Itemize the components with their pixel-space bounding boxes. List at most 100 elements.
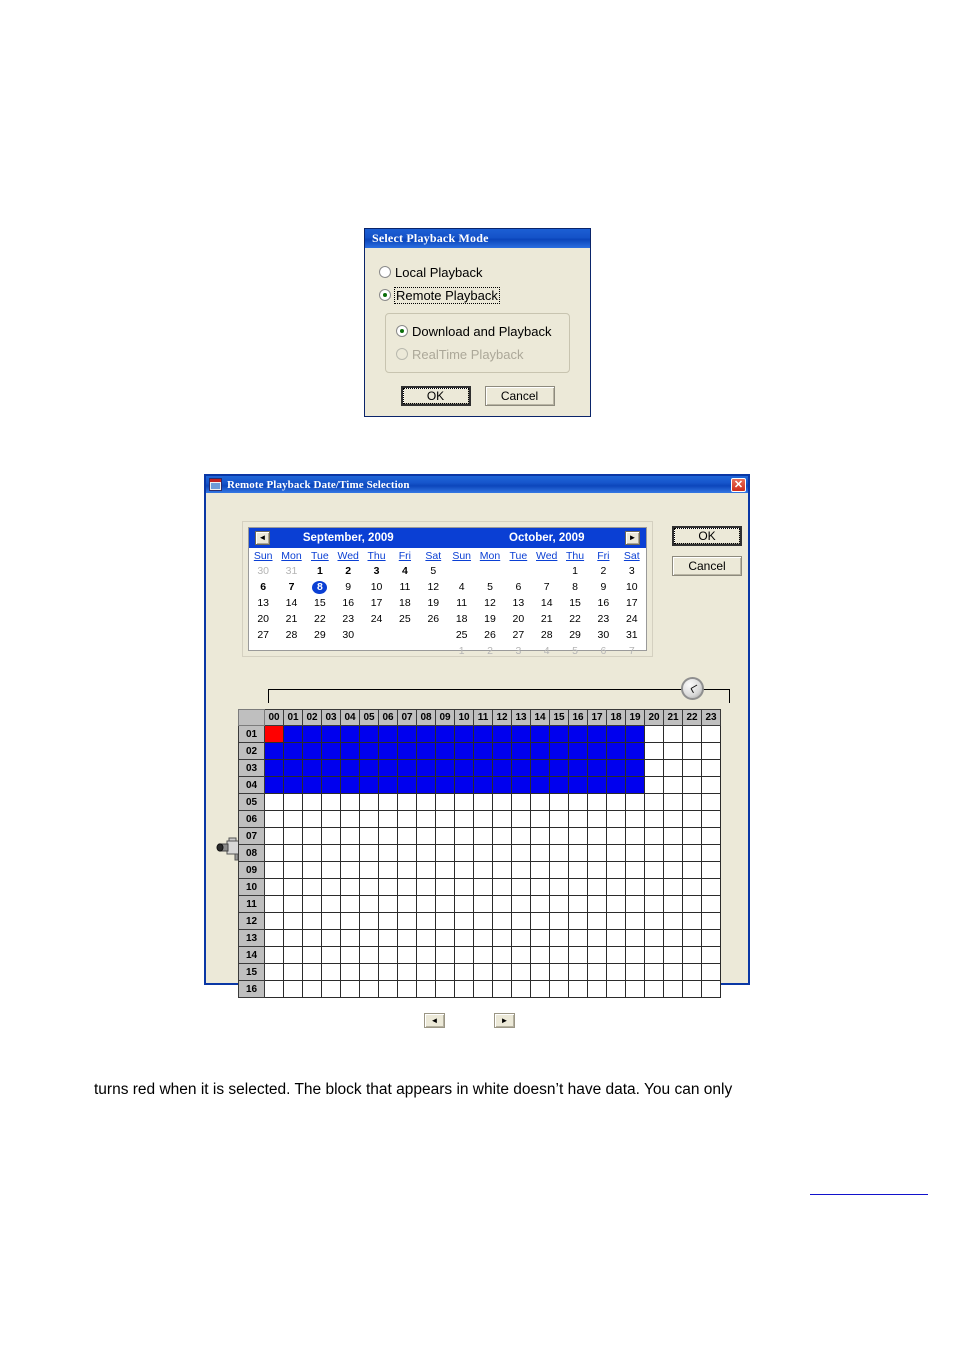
calendar-day-cell[interactable]: 21	[277, 611, 305, 627]
time-block-cell[interactable]	[549, 725, 569, 743]
calendar-day-cell[interactable]: 25	[448, 627, 476, 643]
time-block-cell[interactable]	[359, 912, 379, 930]
time-block-cell[interactable]	[435, 895, 455, 913]
time-block-cell[interactable]	[701, 725, 721, 743]
time-block-cell[interactable]	[321, 827, 341, 845]
time-block-cell[interactable]	[283, 912, 303, 930]
time-block-cell[interactable]	[549, 827, 569, 845]
time-block-cell[interactable]	[416, 742, 436, 760]
time-block-cell[interactable]	[264, 980, 284, 998]
time-block-cell[interactable]	[549, 980, 569, 998]
calendar-day-cell[interactable]: 24	[362, 611, 390, 627]
time-block-cell[interactable]	[435, 810, 455, 828]
time-block-cell[interactable]	[625, 878, 645, 896]
time-block-cell[interactable]	[587, 793, 607, 811]
calendar-day-cell[interactable]: 24	[618, 611, 646, 627]
time-block-cell[interactable]	[359, 929, 379, 947]
time-block-cell[interactable]	[644, 895, 664, 913]
calendar-day-cell[interactable]: 30	[334, 627, 362, 643]
time-block-cell[interactable]	[701, 912, 721, 930]
time-block-cell[interactable]	[606, 878, 626, 896]
time-block-cell[interactable]	[682, 742, 702, 760]
time-block-cell[interactable]	[682, 895, 702, 913]
time-block-cell[interactable]	[587, 844, 607, 862]
time-block-cell[interactable]	[701, 929, 721, 947]
calendar-day-cell[interactable]: 29	[561, 627, 589, 643]
time-block-cell[interactable]	[568, 946, 588, 964]
time-block-cell[interactable]	[473, 912, 493, 930]
time-block-cell[interactable]	[435, 878, 455, 896]
time-block-cell[interactable]	[511, 946, 531, 964]
time-block-cell[interactable]	[378, 861, 398, 879]
time-block-cell[interactable]	[359, 776, 379, 794]
time-block-cell[interactable]	[454, 963, 474, 981]
calendar-day-cell[interactable]: 25	[391, 611, 419, 627]
time-block-cell[interactable]	[321, 895, 341, 913]
radio-indicator-icon[interactable]	[396, 325, 408, 337]
time-block-cell[interactable]	[511, 759, 531, 777]
time-block-cell[interactable]	[473, 827, 493, 845]
time-block-cell[interactable]	[378, 759, 398, 777]
time-block-cell[interactable]	[283, 946, 303, 964]
calendar-day-cell[interactable]: 18	[391, 595, 419, 611]
time-block-cell[interactable]	[283, 963, 303, 981]
time-block-cell[interactable]	[682, 946, 702, 964]
time-block-cell[interactable]	[302, 810, 322, 828]
time-block-cell[interactable]	[549, 878, 569, 896]
time-block-cell[interactable]	[701, 963, 721, 981]
time-block-cell[interactable]	[701, 861, 721, 879]
ok-button[interactable]: OK	[400, 386, 471, 406]
time-block-cell[interactable]	[264, 776, 284, 794]
time-block-cell[interactable]	[568, 861, 588, 879]
time-block-cell[interactable]	[359, 844, 379, 862]
calendar-day-cell[interactable]: 8	[561, 579, 589, 595]
time-block-cell[interactable]	[435, 963, 455, 981]
time-block-cell[interactable]	[378, 980, 398, 998]
calendar-day-cell[interactable]: 1	[306, 563, 334, 579]
time-block-cell[interactable]	[302, 963, 322, 981]
time-block-cell[interactable]	[663, 844, 683, 862]
time-block-cell[interactable]	[606, 844, 626, 862]
time-block-cell[interactable]	[511, 742, 531, 760]
time-block-cell[interactable]	[644, 878, 664, 896]
time-block-cell[interactable]	[454, 980, 474, 998]
time-block-cell[interactable]	[549, 776, 569, 794]
time-block-cell[interactable]	[454, 759, 474, 777]
calendar-day-cell[interactable]: 4	[448, 579, 476, 595]
time-block-cell[interactable]	[340, 742, 360, 760]
time-block-cell[interactable]	[492, 963, 512, 981]
time-block-cell[interactable]	[701, 895, 721, 913]
time-block-cell[interactable]	[530, 895, 550, 913]
calendar-day-cell[interactable]: 16	[589, 595, 617, 611]
time-block-cell[interactable]	[264, 725, 284, 743]
time-block-cell[interactable]	[606, 963, 626, 981]
time-block-cell[interactable]	[435, 776, 455, 794]
time-block-cell[interactable]	[644, 912, 664, 930]
time-block-cell[interactable]	[549, 963, 569, 981]
time-block-cell[interactable]	[644, 725, 664, 743]
time-block-cell[interactable]	[416, 827, 436, 845]
time-block-cell[interactable]	[264, 844, 284, 862]
time-block-cell[interactable]	[606, 793, 626, 811]
time-block-cell[interactable]	[340, 759, 360, 777]
time-block-cell[interactable]	[530, 929, 550, 947]
time-block-cell[interactable]	[663, 912, 683, 930]
time-block-cell[interactable]	[587, 759, 607, 777]
time-block-cell[interactable]	[587, 895, 607, 913]
time-block-cell[interactable]	[644, 929, 664, 947]
time-block-cell[interactable]	[530, 861, 550, 879]
time-block-cell[interactable]	[321, 759, 341, 777]
time-block-cell[interactable]	[454, 844, 474, 862]
time-block-cell[interactable]	[530, 810, 550, 828]
calendar-day-cell[interactable]: 1	[448, 643, 476, 659]
calendar-day-cell[interactable]: 6	[504, 579, 532, 595]
time-block-cell[interactable]	[283, 725, 303, 743]
time-block-cell[interactable]	[473, 946, 493, 964]
time-block-cell[interactable]	[340, 929, 360, 947]
time-block-cell[interactable]	[663, 776, 683, 794]
time-block-cell[interactable]	[302, 844, 322, 862]
time-block-cell[interactable]	[492, 810, 512, 828]
time-block-cell[interactable]	[530, 878, 550, 896]
time-block-cell[interactable]	[530, 725, 550, 743]
time-block-cell[interactable]	[416, 776, 436, 794]
